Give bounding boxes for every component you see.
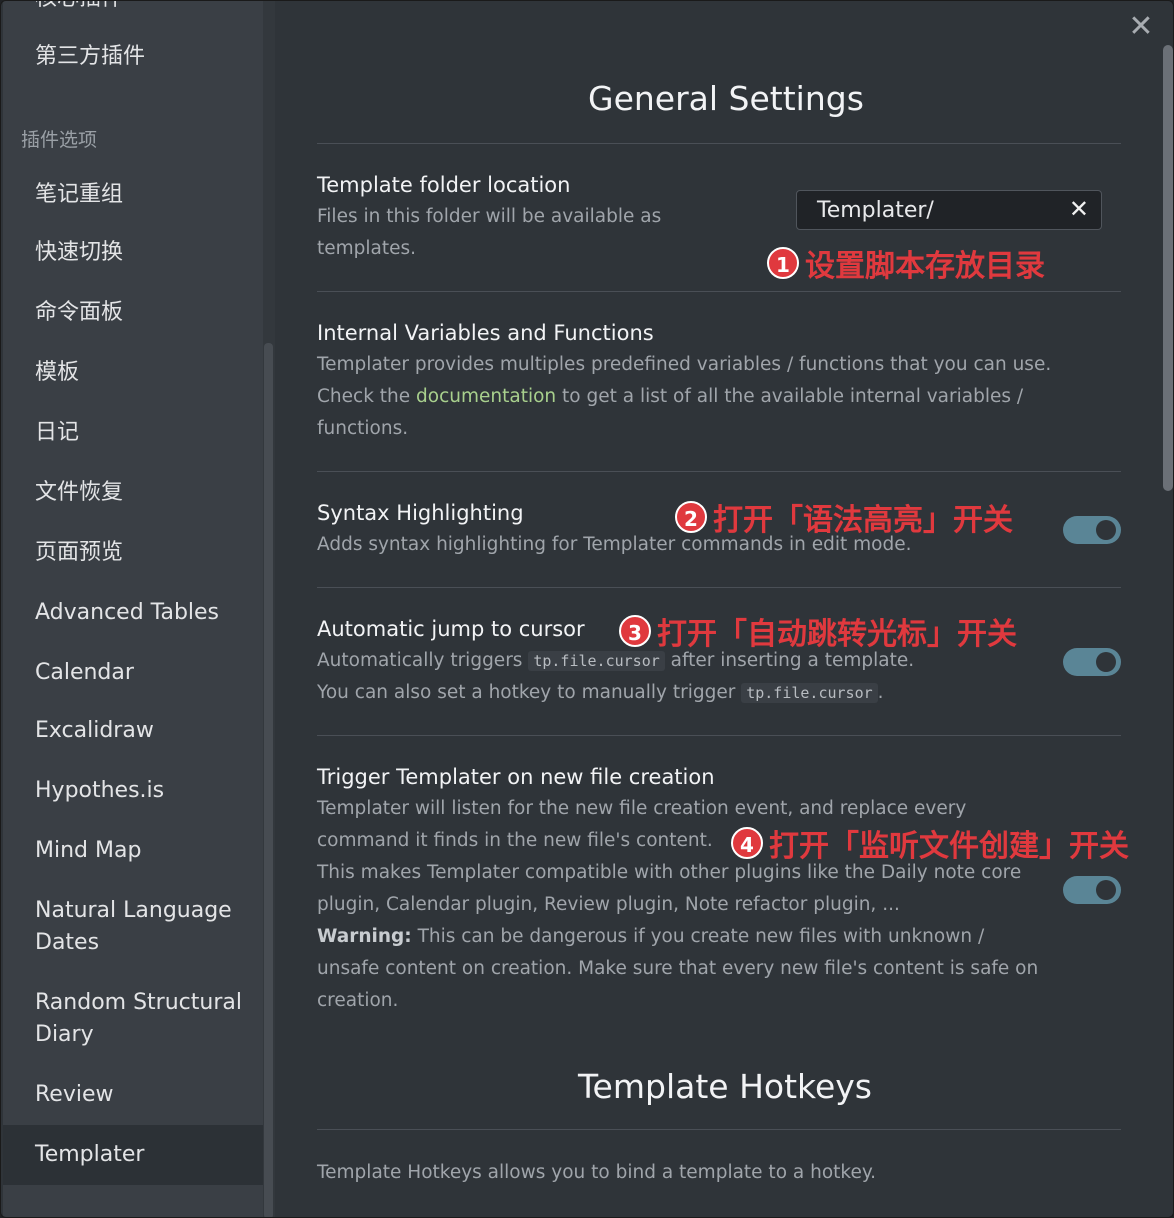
divider [317,735,1121,736]
divider [317,471,1121,472]
annotation-text: 打开「语法高亮」开关 [713,503,1013,538]
setting-desc-line: creation. [317,990,399,1011]
template-hotkeys-heading: Template Hotkeys [578,1067,872,1106]
divider [317,1129,1121,1130]
desc-text: This can be dangerous if you create new … [411,926,985,947]
sidebar-item-random-structural-diary[interactable]: Random Structural Diary [35,987,242,1051]
sidebar-item-mind-map[interactable]: Mind Map [35,835,141,867]
warning-label: Warning: [317,926,412,947]
auto-jump-toggle[interactable] [1063,648,1121,676]
sidebar-scrollbar[interactable] [263,1,275,1217]
sidebar-item-excalidraw[interactable]: Excalidraw [35,715,154,747]
annotation-badge: 4 [731,827,763,859]
desc-text: after inserting a template. [664,650,915,671]
annotation-badge: 1 [767,247,799,279]
code-tp-file-cursor: tp.file.cursor [528,651,665,671]
sidebar-item-templater[interactable]: Templater [35,1139,144,1171]
sidebar-item-command-palette[interactable]: 命令面板 [35,297,123,329]
annotation-4: 4 打开「监听文件创建」开关 [731,821,1129,865]
sidebar-item-community-plugins[interactable]: 第三方插件 [35,41,145,73]
annotation-1: 1 设置脚本存放目录 [767,241,1045,285]
setting-title-folder: Template folder location [317,173,571,197]
annotation-3: 3 打开「自动跳转光标」开关 [619,609,1017,653]
close-icon[interactable]: ✕ [1127,12,1155,42]
setting-title-trigger: Trigger Templater on new file creation [317,765,715,789]
setting-desc-jump: Automatically triggers tp.file.cursor af… [317,645,1037,709]
sidebar-item-core-plugins[interactable]: 核心插件 [35,1,123,15]
sidebar-item-note-composer[interactable]: 笔记重组 [35,179,123,211]
toggle-knob [1096,652,1116,672]
desc-text: . [877,682,884,703]
sidebar-item-page-preview[interactable]: 页面预览 [35,537,123,569]
sidebar-section-plugin-options: 插件选项 [21,129,98,151]
documentation-link[interactable]: documentation [416,386,556,407]
code-tp-file-cursor: tp.file.cursor [741,683,878,703]
sidebar-item-review[interactable]: Review [35,1079,114,1111]
desc-text: Automatically triggers [317,650,529,671]
clear-icon[interactable]: ✕ [1069,195,1089,224]
setting-desc-line: unsafe content on creation. Make sure th… [317,958,1039,979]
template-folder-input[interactable]: Templater/ ✕ [796,190,1102,230]
template-folder-value[interactable]: Templater/ [817,198,934,223]
annotation-text: 设置脚本存放目录 [805,249,1045,284]
sidebar-scrollbar-thumb[interactable] [264,343,273,1217]
setting-desc-line: Warning: This can be dangerous if you cr… [317,921,1057,953]
sidebar-item-templates[interactable]: 模板 [35,357,79,389]
annotation-badge: 3 [619,615,651,647]
desc-text: You can also set a hotkey to manually tr… [317,682,742,703]
setting-desc-line: Templater provides multiples predefined … [317,354,1052,375]
annotation-text: 打开「自动跳转光标」开关 [657,617,1017,652]
content-scrollbar[interactable] [1161,1,1173,1217]
setting-desc-line: You can also set a hotkey to manually tr… [317,677,1037,709]
setting-title-syntax: Syntax Highlighting [317,501,524,525]
annotation-text: 打开「监听文件创建」开关 [769,829,1129,864]
sidebar-item-advanced-tables[interactable]: Advanced Tables [35,597,219,629]
sidebar-item-file-recovery[interactable]: 文件恢复 [35,477,123,509]
sidebar-item-daily-notes[interactable]: 日记 [35,417,79,449]
annotation-badge: 2 [675,501,707,533]
divider [317,143,1121,144]
setting-desc-line: Check the documentation to get a list of… [317,381,1077,445]
setting-desc-folder: Files in this folder will be available a… [317,206,662,259]
trigger-on-new-file-toggle[interactable] [1063,876,1121,904]
content-scrollbar-thumb[interactable] [1163,45,1173,491]
setting-title-jump: Automatic jump to cursor [317,617,585,641]
setting-desc-internal: Templater provides multiples predefined … [317,349,1077,445]
settings-window: 核心插件 第三方插件 插件选项 笔记重组 快速切换 命令面板 模板 日记 文件恢… [0,0,1174,1218]
syntax-highlighting-toggle[interactable] [1063,516,1121,544]
sidebar-item-natural-language-dates[interactable]: Natural Language Dates [35,895,232,959]
settings-sidebar: 核心插件 第三方插件 插件选项 笔记重组 快速切换 命令面板 模板 日记 文件恢… [3,1,263,1217]
divider [317,587,1121,588]
divider [317,291,1121,292]
hotkeys-desc: Template Hotkeys allows you to bind a te… [317,1162,877,1183]
desc-text: Check the [317,386,417,407]
sidebar-item-quick-switcher[interactable]: 快速切换 [35,237,123,269]
annotation-2: 2 打开「语法高亮」开关 [675,495,1013,539]
toggle-knob [1096,880,1116,900]
sidebar-item-hypothesis[interactable]: Hypothes.is [35,775,164,807]
toggle-knob [1096,520,1116,540]
general-settings-heading: General Settings [588,79,864,118]
setting-desc-line: plugin, Calendar plugin, Review plugin, … [317,894,900,915]
sidebar-item-calendar[interactable]: Calendar [35,657,134,689]
setting-title-internal: Internal Variables and Functions [317,321,654,345]
